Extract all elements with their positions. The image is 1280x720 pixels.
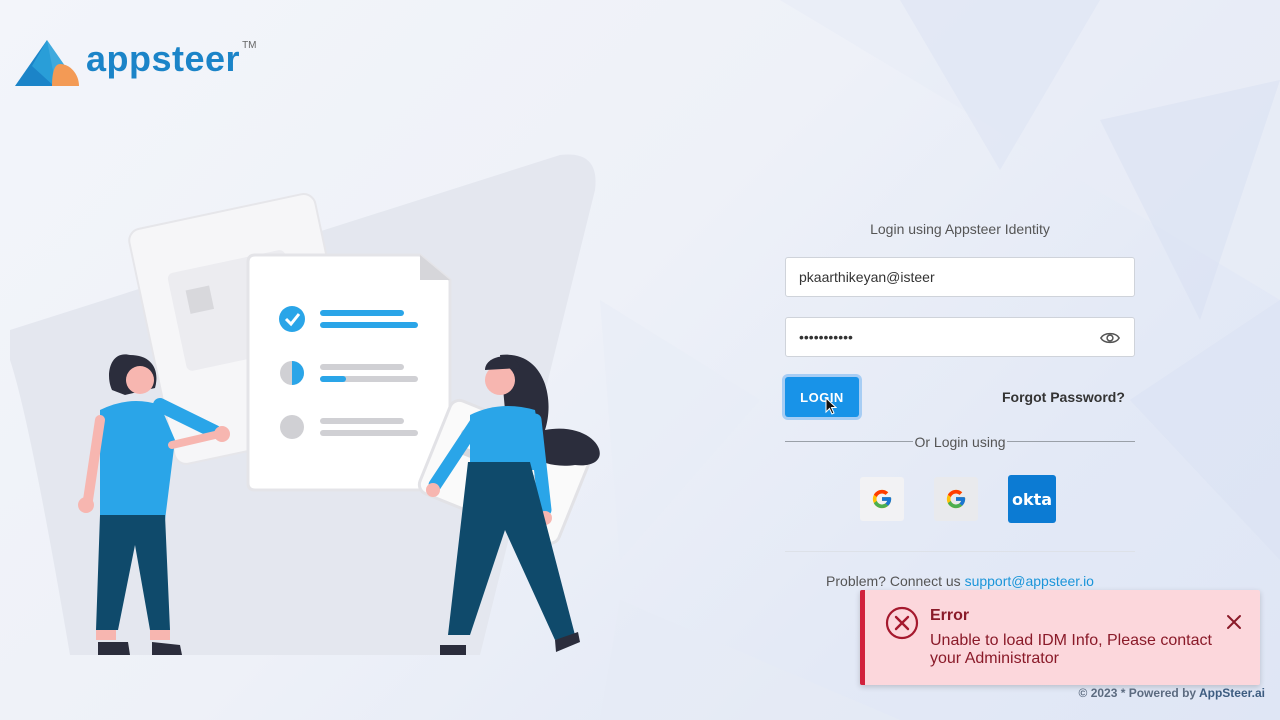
mouse-cursor-icon	[825, 397, 837, 415]
login-illustration	[10, 154, 600, 655]
error-icon	[885, 606, 919, 640]
google-login-button-2[interactable]	[934, 477, 978, 521]
okta-logo: okta	[1011, 489, 1053, 509]
footer-text: © 2023 * Powered by	[1078, 686, 1199, 700]
show-password-icon[interactable]	[1100, 330, 1120, 346]
section-divider	[785, 551, 1135, 552]
google-icon	[872, 489, 892, 509]
email-value: pkaarthikeyan@isteer	[799, 269, 935, 285]
appsteer-logo: appsteer TM	[14, 38, 257, 88]
login-title: Login using Appsteer Identity	[870, 221, 1050, 237]
toast-message: Unable to load IDM Info, Please contact …	[930, 632, 1212, 667]
footer: © 2023 * Powered by AppSteer.ai	[1079, 686, 1265, 700]
logo-text: appsteer	[86, 38, 241, 79]
support-email-link[interactable]: support@appsteer.io	[965, 573, 1094, 589]
or-login-label: Or Login using	[914, 434, 1006, 450]
or-divider: Or Login using	[785, 433, 1135, 451]
trademark: TM	[242, 40, 257, 51]
okta-login-button[interactable]: okta	[1008, 475, 1056, 523]
password-field[interactable]: •••••••••••	[785, 317, 1135, 357]
login-button[interactable]: LOGIN	[785, 377, 859, 417]
email-field[interactable]: pkaarthikeyan@isteer	[785, 257, 1135, 297]
logo-mark-icon	[15, 40, 79, 86]
forgot-password-link[interactable]: Forgot Password?	[1002, 389, 1125, 405]
google-login-button[interactable]	[860, 477, 904, 521]
google-icon	[946, 489, 966, 509]
toast-title: Error	[930, 607, 970, 624]
support-text: Problem? Connect us support@appsteer.io	[785, 573, 1135, 589]
error-toast: Error Unable to load IDM Info, Please co…	[860, 590, 1260, 685]
footer-brand-link[interactable]: AppSteer.ai	[1199, 686, 1265, 700]
support-prefix: Problem? Connect us	[826, 573, 965, 589]
password-mask: •••••••••••	[799, 329, 853, 345]
close-icon[interactable]	[1226, 614, 1242, 630]
